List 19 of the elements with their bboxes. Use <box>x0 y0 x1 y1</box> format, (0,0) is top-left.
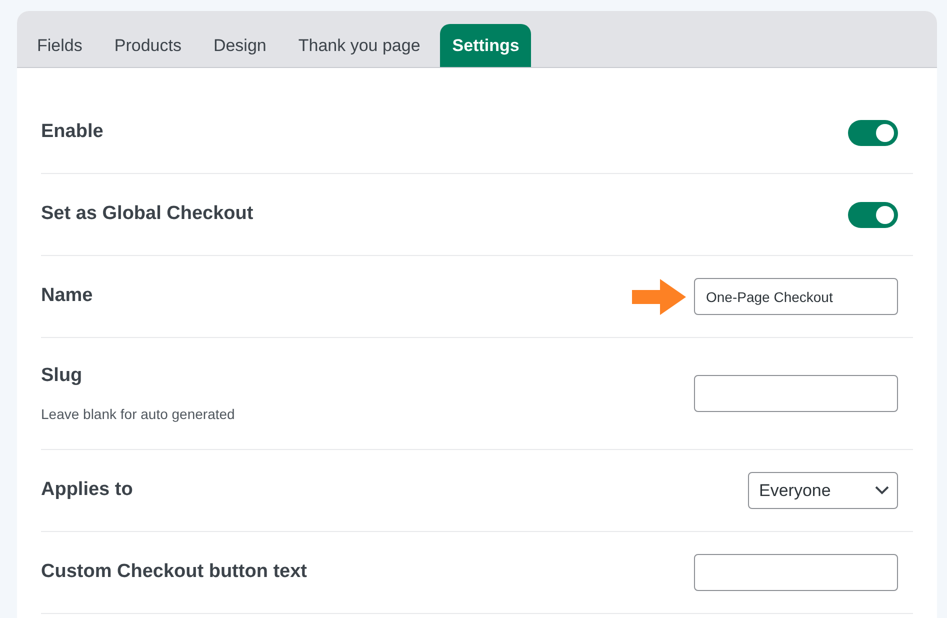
toggle-switch[interactable] <box>848 202 898 228</box>
setting-label: Set as Global Checkout <box>41 202 254 226</box>
chevron-down-icon <box>875 486 889 495</box>
setting-label: Enable <box>41 120 104 144</box>
tab[interactable]: Fields <box>25 24 94 67</box>
setting-label: Name <box>41 284 93 308</box>
input-field[interactable]: One-Page Checkout <box>694 278 898 315</box>
hint-text: Leave blank for auto generated <box>41 405 235 424</box>
setting-label: Applies to <box>41 478 133 502</box>
setting-label: Slug <box>41 364 84 388</box>
input-field[interactable] <box>694 375 898 412</box>
tab[interactable]: Design <box>201 24 278 67</box>
select-dropdown[interactable]: Everyone <box>748 472 898 509</box>
input-field[interactable] <box>694 554 898 591</box>
toggle-switch[interactable] <box>848 120 898 146</box>
tab[interactable]: Settings <box>440 24 532 67</box>
setting-label: Custom Checkout button text <box>41 560 307 584</box>
tab[interactable]: Products <box>102 24 194 67</box>
tab[interactable]: Thank you page <box>286 24 432 67</box>
